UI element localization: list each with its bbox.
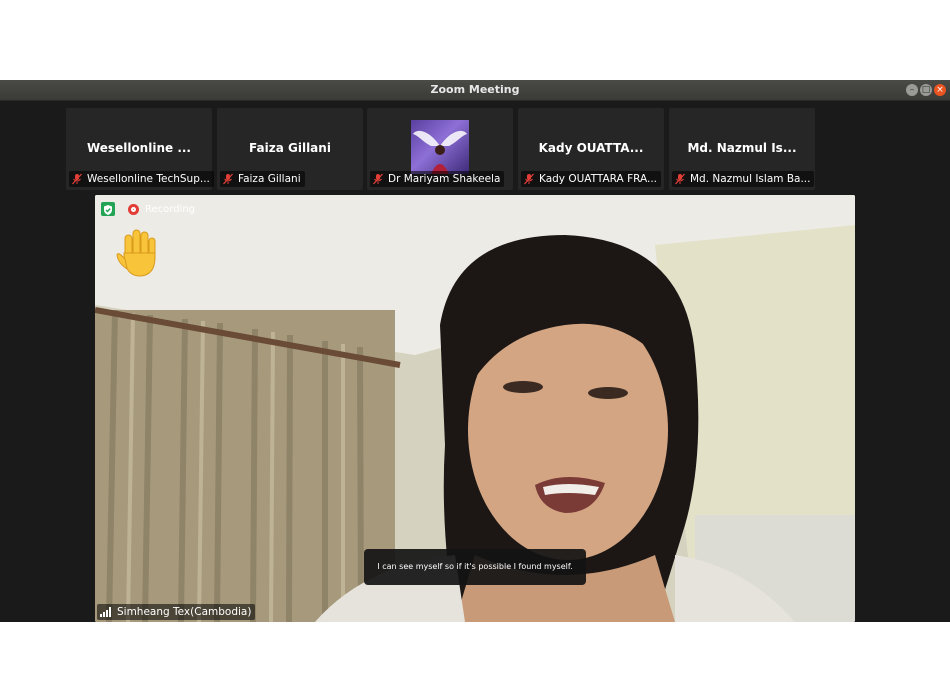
mic-muted-icon bbox=[675, 173, 685, 185]
mic-muted-icon bbox=[524, 173, 534, 185]
participant-name-label: Dr Mariyam Shakeela bbox=[370, 171, 505, 187]
participant-name-label: Faiza Gillani bbox=[220, 171, 305, 187]
participant-strip: Wesellonline ... Wesellonline TechSup...… bbox=[0, 108, 950, 190]
minimize-button[interactable]: – bbox=[906, 84, 918, 96]
zoom-window: Zoom Meeting – □ × Wesellonline ... Wese… bbox=[0, 80, 950, 622]
recording-indicator[interactable]: Recording bbox=[128, 202, 195, 216]
speaker-name: Simheang Tex(Cambodia) bbox=[117, 606, 252, 618]
recording-icon bbox=[128, 203, 139, 215]
participant-display-name: Kady OUATTA... bbox=[538, 141, 644, 155]
participant-name: Dr Mariyam Shakeela bbox=[388, 173, 501, 185]
recording-label: Recording bbox=[145, 203, 196, 215]
participant-name: Md. Nazmul Islam Ba... bbox=[690, 173, 811, 185]
participant-name: Kady OUATTARA FRA... bbox=[539, 173, 657, 185]
participant-display-name: Wesellonline ... bbox=[86, 141, 191, 155]
participant-video-thumbnail bbox=[411, 120, 469, 174]
mic-muted-icon bbox=[72, 173, 82, 185]
participant-tile[interactable]: Wesellonline ... Wesellonline TechSup... bbox=[66, 108, 214, 190]
participant-display-name: Faiza Gillani bbox=[249, 141, 331, 155]
speaker-name-label: Simheang Tex(Cambodia) bbox=[97, 604, 256, 620]
participant-name: Wesellonline TechSup... bbox=[87, 173, 210, 185]
signal-strength-icon bbox=[100, 607, 111, 617]
mic-muted-icon bbox=[223, 173, 233, 185]
participant-name-label: Kady OUATTARA FRA... bbox=[521, 171, 661, 187]
encryption-shield-icon[interactable] bbox=[101, 202, 115, 216]
window-title: Zoom Meeting bbox=[430, 83, 520, 96]
closed-caption: I can see myself so if it's possible I f… bbox=[364, 549, 586, 585]
participant-name: Faiza Gillani bbox=[238, 173, 301, 185]
mic-muted-icon bbox=[373, 173, 383, 185]
maximize-button[interactable]: □ bbox=[920, 84, 932, 96]
participant-name-label: Wesellonline TechSup... bbox=[69, 171, 214, 187]
participant-tile[interactable]: Dr Mariyam Shakeela bbox=[367, 108, 513, 190]
active-speaker-video[interactable]: Recording I can see myself so if it's po… bbox=[95, 195, 855, 622]
participant-tile[interactable]: Kady OUATTA... Kady OUATTARA FRA... bbox=[518, 108, 664, 190]
close-button[interactable]: × bbox=[934, 84, 946, 96]
participant-tile[interactable]: Md. Nazmul Is... Md. Nazmul Islam Ba... bbox=[669, 108, 815, 190]
participant-name-label: Md. Nazmul Islam Ba... bbox=[672, 171, 815, 187]
raised-hand-icon bbox=[116, 229, 156, 277]
participant-display-name: Md. Nazmul Is... bbox=[687, 141, 797, 155]
participant-tile[interactable]: Faiza Gillani Faiza Gillani bbox=[217, 108, 363, 190]
title-bar: Zoom Meeting – □ × bbox=[0, 80, 950, 101]
